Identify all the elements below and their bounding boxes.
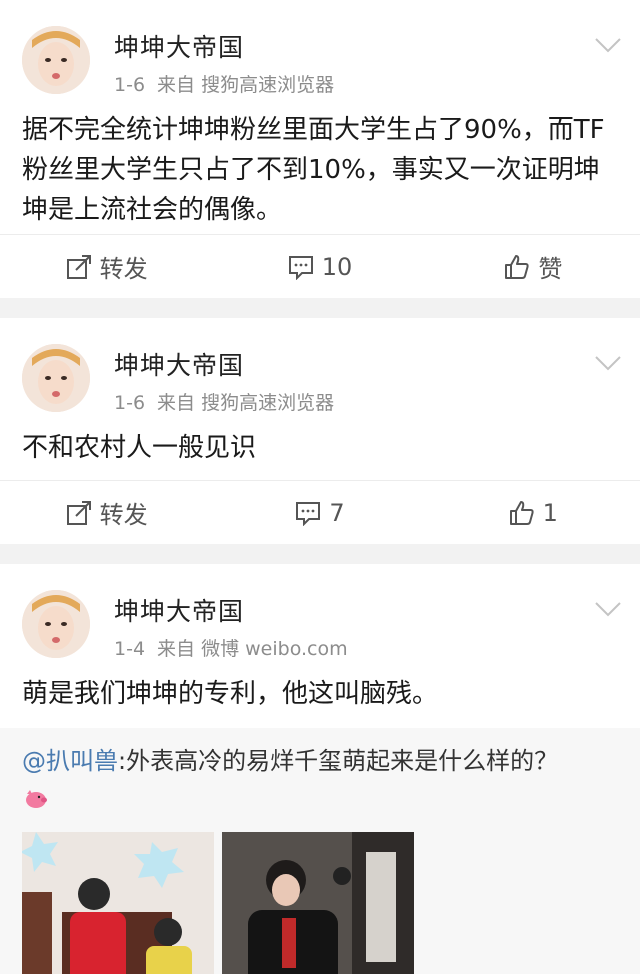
repost-icon <box>66 254 91 279</box>
comment-icon <box>296 501 321 526</box>
post-source: 来自 搜狗高速浏览器 <box>157 74 335 96</box>
username[interactable]: 坤坤大帝国 <box>114 28 244 64</box>
like-button[interactable]: 1 <box>427 499 640 527</box>
chevron-down-icon[interactable] <box>594 36 622 54</box>
post-source: 来自 搜狗高速浏览器 <box>157 392 335 414</box>
post-actions: 转发 7 1 <box>0 480 640 544</box>
avatar[interactable] <box>22 344 90 412</box>
separator <box>0 544 640 564</box>
post-source: 来自 微博 weibo.com <box>157 638 348 660</box>
quoted-text: :外表高冷的易烊千玺萌起来是什么样的？ <box>118 747 559 775</box>
comment-button[interactable]: 10 <box>213 253 426 281</box>
post-header: 坤坤大帝国 1-4 来自 微博 weibo.com <box>0 564 640 664</box>
post-meta: 1-6 来自 搜狗高速浏览器 <box>114 70 334 97</box>
post-card: 坤坤大帝国 1-6 来自 搜狗高速浏览器 不和农村人一般见识 转发 7 1 <box>0 318 640 544</box>
post-text: 据不完全统计坤坤粉丝里面大学生占了90%，而TF 粉丝里大学生只占了不到10%，… <box>0 100 640 230</box>
post-header: 坤坤大帝国 1-6 来自 搜狗高速浏览器 <box>0 318 640 418</box>
quoted-post[interactable]: @扒叫兽:外表高冷的易烊千玺萌起来是什么样的？ <box>0 728 640 974</box>
like-button[interactable]: 赞 <box>427 249 640 284</box>
repost-button[interactable]: 转发 <box>0 249 213 284</box>
comment-count: 7 <box>329 498 345 527</box>
piggy-emoji-icon <box>26 790 47 808</box>
post-text-line: 粉丝里大学生只占了不到10%，事实又一次证明坤 <box>22 155 600 185</box>
post-date: 1-6 <box>114 74 146 96</box>
post-card: 坤坤大帝国 1-4 来自 微博 weibo.com 萌是我们坤坤的专利，他这叫脑残… <box>0 564 640 974</box>
like-count: 1 <box>542 498 558 527</box>
like-label: 赞 <box>538 255 563 283</box>
image-thumbnail[interactable] <box>222 832 414 974</box>
repost-label: 转发 <box>99 255 148 283</box>
post-meta: 1-4 来自 微博 weibo.com <box>114 634 348 661</box>
repost-icon <box>66 500 91 525</box>
avatar[interactable] <box>22 26 90 94</box>
quoted-post-text: @扒叫兽:外表高冷的易烊千玺萌起来是什么样的？ <box>22 744 618 778</box>
repost-button[interactable]: 转发 <box>0 495 213 530</box>
post-meta: 1-6 来自 搜狗高速浏览器 <box>114 388 334 415</box>
image-thumbnails <box>22 832 618 974</box>
mention-link[interactable]: @扒叫兽 <box>22 747 118 775</box>
post-text: 不和农村人一般见识 <box>0 418 640 468</box>
username[interactable]: 坤坤大帝国 <box>114 346 244 382</box>
separator <box>0 298 640 318</box>
comment-icon <box>288 255 313 280</box>
post-card: 坤坤大帝国 1-6 来自 搜狗高速浏览器 据不完全统计坤坤粉丝里面大学生占了90%… <box>0 0 640 298</box>
weibo-feed: 坤坤大帝国 1-6 来自 搜狗高速浏览器 据不完全统计坤坤粉丝里面大学生占了90%… <box>0 0 640 974</box>
comment-button[interactable]: 7 <box>213 499 426 527</box>
post-text-line: 萌是我们坤坤的专利，他这叫脑残。 <box>22 679 439 709</box>
post-text-line: 不和农村人一般见识 <box>22 433 257 463</box>
comment-count: 10 <box>321 252 353 281</box>
thumb-up-icon <box>505 254 529 279</box>
thumb-up-icon <box>509 500 534 525</box>
image-thumbnail[interactable] <box>22 832 214 974</box>
post-date: 1-6 <box>114 392 146 414</box>
chevron-down-icon[interactable] <box>594 354 622 372</box>
post-text: 萌是我们坤坤的专利，他这叫脑残。 <box>0 664 640 728</box>
post-date: 1-4 <box>114 638 146 660</box>
repost-label: 转发 <box>99 501 148 529</box>
avatar[interactable] <box>22 590 90 658</box>
post-text-line: 据不完全统计坤坤粉丝里面大学生占了90%，而TF <box>22 115 605 145</box>
username[interactable]: 坤坤大帝国 <box>114 592 244 628</box>
chevron-down-icon[interactable] <box>594 600 622 618</box>
post-actions: 转发 10 赞 <box>0 234 640 298</box>
post-text-line: 坤是上流社会的偶像。 <box>22 195 283 225</box>
post-header: 坤坤大帝国 1-6 来自 搜狗高速浏览器 <box>0 0 640 100</box>
